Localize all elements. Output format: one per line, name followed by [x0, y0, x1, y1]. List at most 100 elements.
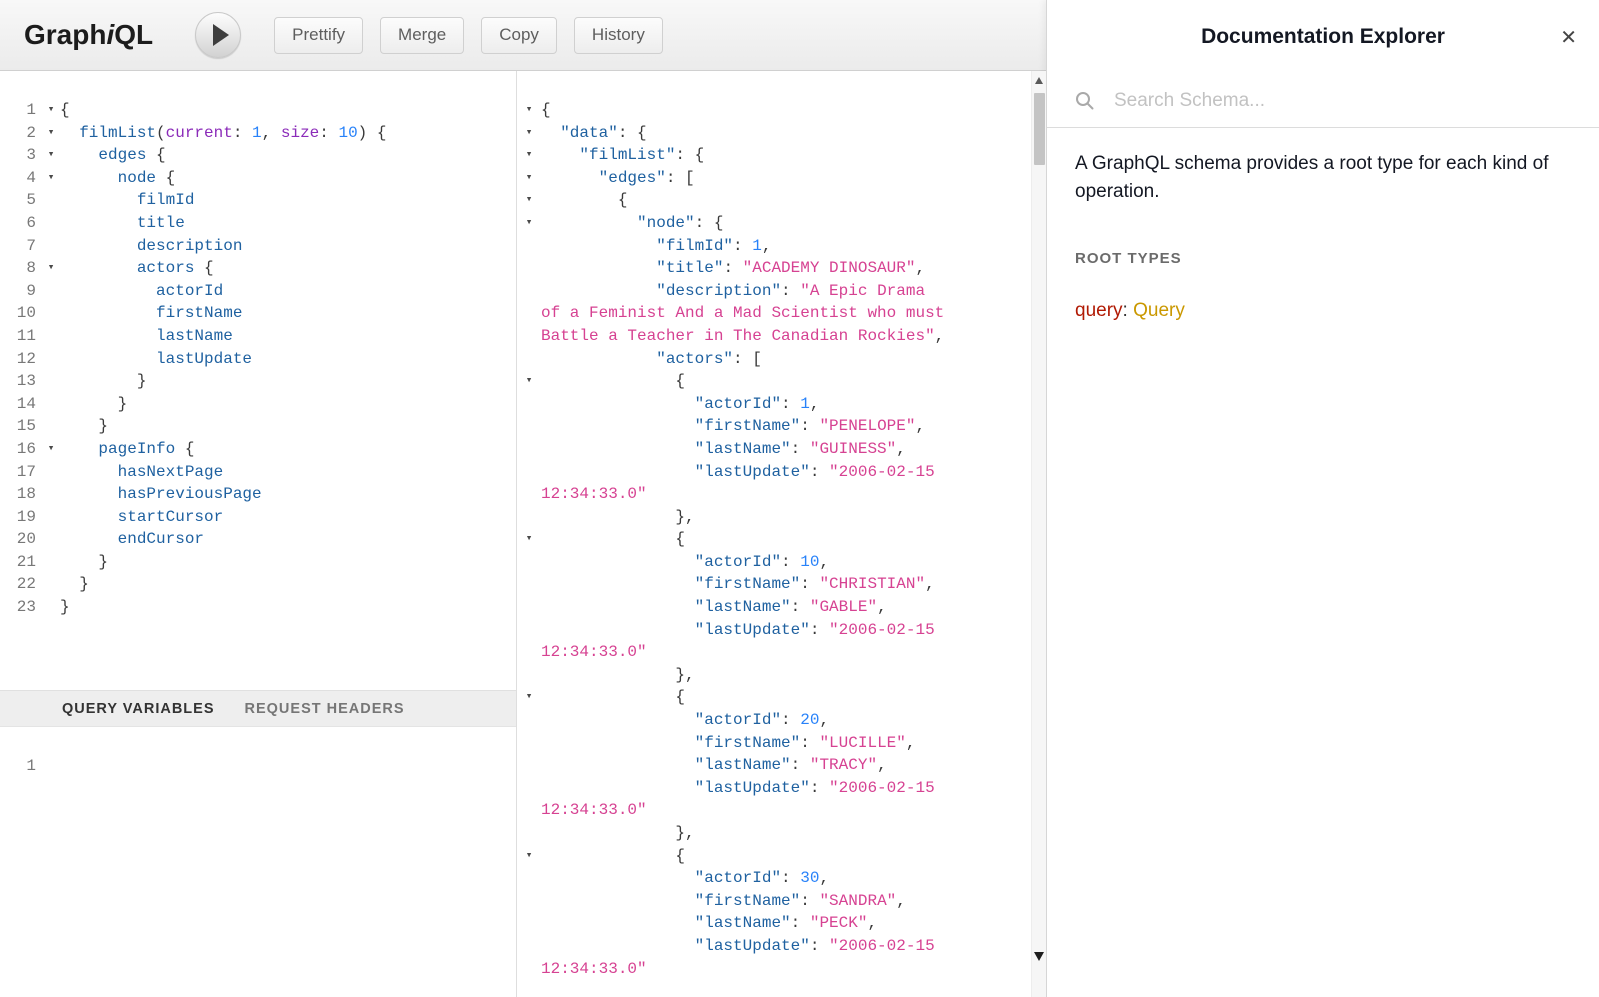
root-type-query: query: Query: [1075, 300, 1571, 322]
result-line: "title": "ACADEMY DINOSAUR",: [517, 257, 1046, 280]
line-number: 7: [0, 235, 42, 258]
execute-query-button[interactable]: [195, 12, 241, 58]
doc-explorer-content: A GraphQL schema provides a root type fo…: [1047, 128, 1599, 344]
copy-button[interactable]: Copy: [481, 17, 557, 54]
fold-gutter: [517, 641, 541, 664]
fold-arrow-icon[interactable]: ▾: [517, 212, 541, 235]
result-scrollbar[interactable]: [1031, 71, 1046, 997]
prettify-button[interactable]: Prettify: [274, 17, 363, 54]
fold-gutter: [517, 867, 541, 890]
code-text: }: [60, 573, 89, 596]
query-line: 20 endCursor: [0, 528, 516, 551]
scroll-thumb[interactable]: [1034, 93, 1045, 165]
history-button[interactable]: History: [574, 17, 663, 54]
root-type-separator: :: [1123, 300, 1134, 321]
result-line: "firstName": "PENELOPE",: [517, 415, 1046, 438]
result-line: "lastName": "PECK",: [517, 912, 1046, 935]
code-text: "actorId": 20,: [541, 709, 829, 732]
doc-search-bar: [1047, 74, 1599, 128]
fold-gutter: [42, 302, 60, 325]
result-line: 12:34:33.0": [517, 799, 1046, 822]
fold-arrow-icon[interactable]: ▾: [517, 167, 541, 190]
fold-gutter: [517, 935, 541, 958]
fold-arrow-icon[interactable]: ▾: [42, 438, 60, 461]
result-line: "actorId": 30,: [517, 867, 1046, 890]
scroll-up-icon[interactable]: [1035, 77, 1043, 84]
code-text: "title": "ACADEMY DINOSAUR",: [541, 257, 925, 280]
result-line: 12:34:33.0": [517, 483, 1046, 506]
fold-arrow-icon[interactable]: ▾: [517, 144, 541, 167]
code-text: edges {: [60, 144, 166, 167]
fold-gutter: [517, 393, 541, 416]
fold-arrow-icon[interactable]: ▾: [517, 528, 541, 551]
code-text: lastUpdate: [60, 348, 252, 371]
line-number: 16: [0, 438, 42, 461]
fold-arrow-icon[interactable]: ▾: [42, 122, 60, 145]
fold-arrow-icon[interactable]: ▾: [42, 144, 60, 167]
result-line: ▾ "node": {: [517, 212, 1046, 235]
tab-request-headers[interactable]: REQUEST HEADERS: [245, 701, 405, 717]
fold-gutter: [517, 235, 541, 258]
result-line: ▾ {: [517, 370, 1046, 393]
fold-gutter: [517, 506, 541, 529]
fold-arrow-icon[interactable]: ▾: [42, 167, 60, 190]
fold-arrow-icon[interactable]: ▾: [517, 370, 541, 393]
scroll-down-icon[interactable]: [1034, 952, 1044, 961]
code-text: actorId: [60, 280, 223, 303]
fold-gutter: [517, 799, 541, 822]
search-icon: [1075, 91, 1094, 110]
fold-gutter: [517, 958, 541, 981]
fold-arrow-icon[interactable]: ▾: [517, 99, 541, 122]
variables-editor[interactable]: 1: [0, 727, 516, 997]
doc-close-button[interactable]: ✕: [1556, 24, 1581, 52]
fold-gutter: [42, 528, 60, 551]
fold-gutter: [42, 370, 60, 393]
fold-gutter: [42, 506, 60, 529]
tab-query-variables[interactable]: QUERY VARIABLES: [62, 701, 215, 717]
result-line: Battle a Teacher in The Canadian Rockies…: [517, 325, 1046, 348]
fold-arrow-icon[interactable]: ▾: [42, 257, 60, 280]
query-editor[interactable]: 1▾{2▾ filmList(current: 1, size: 10) {3▾…: [0, 71, 516, 690]
code-text: {: [541, 528, 685, 551]
code-text: "firstName": "PENELOPE",: [541, 415, 925, 438]
graphiql-app: GraphiQL Prettify Merge Copy History 1▾{…: [0, 0, 1599, 997]
fold-gutter: [517, 822, 541, 845]
result-line: "description": "A Epic Drama: [517, 280, 1046, 303]
line-number: 14: [0, 393, 42, 416]
fold-gutter: [42, 235, 60, 258]
result-line: 12:34:33.0": [517, 958, 1046, 981]
code-text: filmId: [60, 189, 194, 212]
type-link-query[interactable]: Query: [1133, 300, 1185, 321]
result-line: "lastName": "TRACY",: [517, 754, 1046, 777]
query-line: 18 hasPreviousPage: [0, 483, 516, 506]
line-number: 13: [0, 370, 42, 393]
doc-search-input[interactable]: [1114, 90, 1571, 112]
code-text: {: [541, 189, 627, 212]
query-line: 16▾ pageInfo {: [0, 438, 516, 461]
code-text: "lastUpdate": "2006-02-15: [541, 777, 935, 800]
result-line: ▾ {: [517, 189, 1046, 212]
query-line: 19 startCursor: [0, 506, 516, 529]
query-line: 10 firstName: [0, 302, 516, 325]
line-number: 5: [0, 189, 42, 212]
fold-gutter: [42, 415, 60, 438]
line-number: 3: [0, 144, 42, 167]
fold-gutter: [517, 483, 541, 506]
code-text: }: [60, 370, 146, 393]
fold-gutter: [517, 664, 541, 687]
fold-arrow-icon[interactable]: ▾: [517, 845, 541, 868]
code-text: hasNextPage: [60, 461, 223, 484]
fold-arrow-icon[interactable]: ▾: [517, 189, 541, 212]
fold-arrow-icon[interactable]: ▾: [42, 99, 60, 122]
result-line: of a Feminist And a Mad Scientist who mu…: [517, 302, 1046, 325]
code-text: title: [60, 212, 185, 235]
fold-arrow-icon[interactable]: ▾: [517, 686, 541, 709]
code-text: "lastName": "GUINESS",: [541, 438, 906, 461]
line-number: 1: [0, 99, 42, 122]
query-line: 8▾ actors {: [0, 257, 516, 280]
merge-button[interactable]: Merge: [380, 17, 464, 54]
doc-intro-text: A GraphQL schema provides a root type fo…: [1075, 150, 1560, 206]
code-text: "lastName": "GABLE",: [541, 596, 887, 619]
fold-arrow-icon[interactable]: ▾: [517, 122, 541, 145]
result-line: "actors": [: [517, 348, 1046, 371]
